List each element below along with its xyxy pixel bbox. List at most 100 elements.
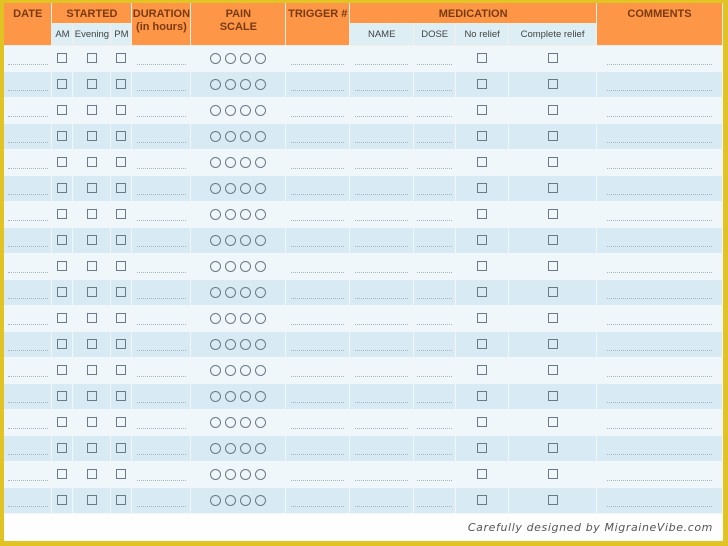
duration-cell[interactable] xyxy=(131,45,192,72)
dose-cell[interactable] xyxy=(413,461,457,488)
pain-level-radio[interactable] xyxy=(240,130,252,142)
pm-checkbox[interactable] xyxy=(116,105,127,116)
med-name-cell[interactable] xyxy=(349,357,415,384)
med-name-cell[interactable] xyxy=(349,253,415,280)
trigger-cell[interactable] xyxy=(285,123,351,150)
pain-level-radio[interactable] xyxy=(255,130,267,142)
pain-level-radio[interactable] xyxy=(255,104,267,116)
trigger-cell[interactable] xyxy=(285,253,351,280)
date-cell[interactable] xyxy=(4,45,53,72)
date-cell[interactable] xyxy=(4,305,53,332)
am-checkbox[interactable] xyxy=(57,339,68,350)
comments-cell[interactable] xyxy=(596,409,723,436)
complete-relief-checkbox[interactable] xyxy=(547,157,558,168)
pain-level-radio[interactable] xyxy=(210,104,222,116)
dose-cell[interactable] xyxy=(413,357,457,384)
evening-checkbox[interactable] xyxy=(86,79,97,90)
pain-level-radio[interactable] xyxy=(225,286,237,298)
no-relief-checkbox[interactable] xyxy=(477,313,488,324)
dose-cell[interactable] xyxy=(413,71,457,98)
no-relief-checkbox[interactable] xyxy=(477,209,488,220)
med-name-cell[interactable] xyxy=(349,227,415,254)
pain-level-radio[interactable] xyxy=(210,52,222,64)
pain-level-radio[interactable] xyxy=(210,156,222,168)
no-relief-checkbox[interactable] xyxy=(477,495,488,506)
no-relief-checkbox[interactable] xyxy=(477,417,488,428)
pm-checkbox[interactable] xyxy=(116,183,127,194)
date-cell[interactable] xyxy=(4,175,53,202)
pm-checkbox[interactable] xyxy=(116,157,127,168)
pain-level-radio[interactable] xyxy=(255,156,267,168)
duration-cell[interactable] xyxy=(131,487,192,514)
pain-level-radio[interactable] xyxy=(240,312,252,324)
evening-checkbox[interactable] xyxy=(86,287,97,298)
pm-checkbox[interactable] xyxy=(116,391,127,402)
evening-checkbox[interactable] xyxy=(86,443,97,454)
med-name-cell[interactable] xyxy=(349,97,415,124)
dose-cell[interactable] xyxy=(413,175,457,202)
med-name-cell[interactable] xyxy=(349,487,415,514)
pain-level-radio[interactable] xyxy=(225,208,237,220)
pain-level-radio[interactable] xyxy=(255,52,267,64)
duration-cell[interactable] xyxy=(131,331,192,358)
dose-cell[interactable] xyxy=(413,97,457,124)
no-relief-checkbox[interactable] xyxy=(477,79,488,90)
pain-level-radio[interactable] xyxy=(210,390,222,402)
comments-cell[interactable] xyxy=(596,175,723,202)
date-cell[interactable] xyxy=(4,331,53,358)
complete-relief-checkbox[interactable] xyxy=(547,183,558,194)
pain-level-radio[interactable] xyxy=(255,338,267,350)
duration-cell[interactable] xyxy=(131,227,192,254)
med-name-cell[interactable] xyxy=(349,279,415,306)
complete-relief-checkbox[interactable] xyxy=(547,339,558,350)
med-name-cell[interactable] xyxy=(349,201,415,228)
evening-checkbox[interactable] xyxy=(86,339,97,350)
complete-relief-checkbox[interactable] xyxy=(547,261,558,272)
no-relief-checkbox[interactable] xyxy=(477,391,488,402)
am-checkbox[interactable] xyxy=(57,157,68,168)
evening-checkbox[interactable] xyxy=(86,469,97,480)
dose-cell[interactable] xyxy=(413,253,457,280)
duration-cell[interactable] xyxy=(131,357,192,384)
duration-cell[interactable] xyxy=(131,279,192,306)
complete-relief-checkbox[interactable] xyxy=(547,235,558,246)
evening-checkbox[interactable] xyxy=(86,209,97,220)
dose-cell[interactable] xyxy=(413,201,457,228)
pm-checkbox[interactable] xyxy=(116,287,127,298)
pm-checkbox[interactable] xyxy=(116,53,127,64)
trigger-cell[interactable] xyxy=(285,409,351,436)
pain-level-radio[interactable] xyxy=(240,338,252,350)
date-cell[interactable] xyxy=(4,149,53,176)
pain-level-radio[interactable] xyxy=(210,468,222,480)
pm-checkbox[interactable] xyxy=(116,495,127,506)
no-relief-checkbox[interactable] xyxy=(477,365,488,376)
trigger-cell[interactable] xyxy=(285,71,351,98)
duration-cell[interactable] xyxy=(131,97,192,124)
pain-level-radio[interactable] xyxy=(225,312,237,324)
comments-cell[interactable] xyxy=(596,357,723,384)
evening-checkbox[interactable] xyxy=(86,131,97,142)
pain-level-radio[interactable] xyxy=(240,78,252,90)
pain-level-radio[interactable] xyxy=(255,442,267,454)
pm-checkbox[interactable] xyxy=(116,417,127,428)
pain-level-radio[interactable] xyxy=(225,78,237,90)
trigger-cell[interactable] xyxy=(285,435,351,462)
pain-level-radio[interactable] xyxy=(225,442,237,454)
pain-level-radio[interactable] xyxy=(210,182,222,194)
am-checkbox[interactable] xyxy=(57,235,68,246)
pm-checkbox[interactable] xyxy=(116,79,127,90)
date-cell[interactable] xyxy=(4,357,53,384)
am-checkbox[interactable] xyxy=(57,261,68,272)
am-checkbox[interactable] xyxy=(57,105,68,116)
pain-level-radio[interactable] xyxy=(210,260,222,272)
dose-cell[interactable] xyxy=(413,435,457,462)
date-cell[interactable] xyxy=(4,97,53,124)
pain-level-radio[interactable] xyxy=(255,286,267,298)
pain-level-radio[interactable] xyxy=(240,104,252,116)
pain-level-radio[interactable] xyxy=(210,234,222,246)
pm-checkbox[interactable] xyxy=(116,209,127,220)
pain-level-radio[interactable] xyxy=(225,260,237,272)
trigger-cell[interactable] xyxy=(285,331,351,358)
no-relief-checkbox[interactable] xyxy=(477,443,488,454)
pain-level-radio[interactable] xyxy=(255,312,267,324)
